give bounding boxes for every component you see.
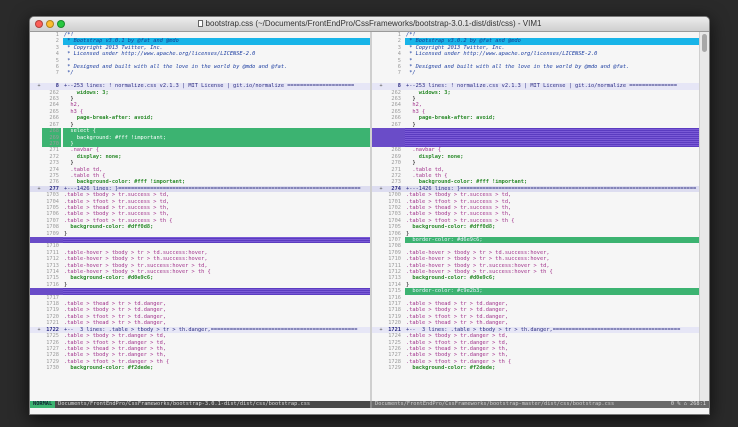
- document-icon: [197, 20, 203, 27]
- right-status: Documents/FrontEndPro/CssFrameworks/boot…: [372, 401, 709, 408]
- cursor-position: 0 % ⌂ 268:1: [670, 401, 706, 407]
- close-light[interactable]: [35, 20, 43, 28]
- left-status: NORMAL Documents/FrontEndPro/CssFramewor…: [30, 401, 370, 408]
- code-line[interactable]: 1730 background-color: #f2dede;: [30, 365, 370, 371]
- left-file-path: Documents/FrontEndPro/CssFrameworks/boot…: [58, 401, 311, 407]
- right-diff-pane[interactable]: 1/*! 2 * Bootstrap v3.0.2 by @fat and @md…: [372, 32, 699, 401]
- title-bar: bootstrap.css (~/Documents/FrontEndPro/C…: [30, 17, 709, 32]
- window-title: bootstrap.css (~/Documents/FrontEndPro/C…: [205, 19, 542, 28]
- scrollbar[interactable]: [699, 32, 709, 401]
- status-line: NORMAL Documents/FrontEndPro/CssFramewor…: [30, 401, 709, 408]
- line-text: background-color: #f2dede;: [406, 365, 496, 372]
- window-controls: [35, 20, 65, 28]
- code-line[interactable]: 1729 background-color: #f2dede;: [372, 365, 699, 371]
- minimize-light[interactable]: [46, 20, 54, 28]
- left-diff-pane[interactable]: 1/*! 2 * Bootstrap v3.0.1 by @fat and @md…: [30, 32, 370, 401]
- command-line[interactable]: [30, 408, 709, 414]
- vim-window: bootstrap.css (~/Documents/FrontEndPro/C…: [29, 16, 710, 415]
- zoom-light[interactable]: [57, 20, 65, 28]
- line-text: background-color: #f2dede;: [64, 365, 154, 372]
- scrollbar-thumb[interactable]: [702, 34, 707, 52]
- diff-panes: 1/*! 2 * Bootstrap v3.0.1 by @fat and @md…: [30, 32, 709, 401]
- right-file-path: Documents/FrontEndPro/CssFrameworks/boot…: [375, 401, 615, 407]
- mode-indicator: NORMAL: [30, 401, 56, 408]
- line-number: 1730: [46, 365, 59, 372]
- line-number: 1729: [388, 365, 401, 372]
